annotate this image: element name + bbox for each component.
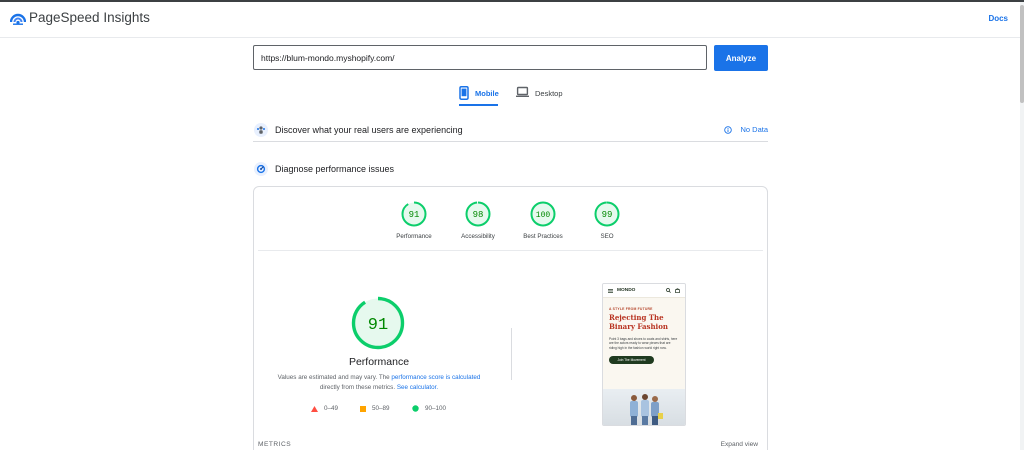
tab-mobile[interactable]: Mobile	[459, 86, 499, 106]
performance-title: Performance	[348, 356, 410, 368]
users-icon	[254, 122, 268, 137]
legend-average: 50–89	[360, 405, 390, 412]
score-ring-best-practices: 100	[530, 201, 556, 227]
app-title[interactable]: PageSpeed Insights	[29, 10, 150, 25]
performance-main-gauge: 91	[351, 296, 405, 350]
note-text-1: Values are estimated and may vary. The	[277, 374, 392, 381]
note-text-2: directly from these metrics.	[319, 384, 397, 391]
expand-view-link[interactable]: Expand view	[721, 441, 758, 448]
no-data-label: No Data	[740, 125, 768, 134]
search-icon	[666, 288, 671, 293]
diagnose-section: Diagnose performance issues	[253, 160, 768, 178]
circle-icon	[412, 405, 419, 412]
hamburger-icon	[608, 288, 613, 293]
mobile-icon	[459, 86, 469, 100]
screenshot-headline: Rejecting The Binary Fashion	[609, 313, 668, 331]
legend-fail: 0–49	[311, 405, 338, 412]
no-data-indicator[interactable]: No Data	[724, 125, 768, 134]
performance-note: Values are estimated and may vary. The p…	[268, 373, 490, 393]
score-gauge-accessibility[interactable]: 98 Accessibility	[448, 201, 508, 240]
screenshot-cta: Join The Movement	[609, 356, 654, 365]
score-ring-seo: 99	[594, 201, 620, 227]
discover-title: Discover what your real users are experi…	[275, 124, 463, 135]
score-label-seo: SEO	[600, 233, 614, 240]
diagnose-title: Diagnose performance issues	[275, 164, 395, 174]
diagnose-icon	[254, 162, 268, 176]
score-label-best-practices: Best Practices	[523, 233, 563, 240]
results-card: 91 Performance 98 Accessibility 100 Best…	[253, 186, 768, 450]
tab-desktop-label: Desktop	[535, 89, 563, 98]
active-tab-indicator	[459, 104, 498, 106]
docs-link[interactable]: Docs	[988, 14, 1008, 23]
screenshot-hero-image	[603, 389, 685, 425]
screenshot-brand: MONDO	[617, 288, 636, 293]
triangle-icon	[311, 405, 318, 412]
performance-main-score: 91	[368, 316, 388, 335]
screenshot-kicker: A STYLE FROM FUTURE	[609, 307, 653, 311]
url-input[interactable]	[253, 45, 707, 70]
score-label-performance: Performance	[396, 233, 432, 240]
score-gauge-performance[interactable]: 91 Performance	[384, 201, 444, 240]
score-gauge-seo[interactable]: 99 SEO	[577, 201, 637, 240]
hero-people-image	[630, 394, 663, 425]
score-ring-accessibility: 98	[465, 201, 491, 227]
square-icon	[360, 405, 366, 412]
tab-mobile-label: Mobile	[475, 89, 499, 98]
score-calculation-link[interactable]: performance score is calculated	[391, 374, 480, 381]
score-value-seo: 99	[602, 210, 613, 220]
metrics-heading: METRICS	[258, 441, 292, 448]
bag-icon	[675, 288, 680, 293]
screenshot-nav: MONDO	[603, 284, 685, 298]
page-screenshot-thumbnail: MONDO A STYLE FROM FUTURE Rejecting The …	[602, 283, 686, 426]
score-value-accessibility: 98	[473, 210, 484, 220]
page-scrollbar[interactable]	[1020, 2, 1024, 450]
card-divider	[258, 250, 763, 251]
score-label-accessibility: Accessibility	[461, 233, 495, 240]
info-icon	[724, 125, 733, 134]
laptop-icon	[516, 86, 529, 97]
app-header: PageSpeed Insights Docs	[0, 2, 1024, 38]
score-ring-performance: 91	[401, 201, 427, 227]
tab-desktop[interactable]: Desktop	[516, 86, 563, 106]
section-divider-vertical	[511, 328, 512, 380]
screenshot-body: Point 3 bags and shoes to coats and shir…	[609, 337, 678, 350]
score-gauge-best-practices[interactable]: 100 Best Practices	[513, 201, 573, 240]
scrollbar-thumb[interactable]	[1020, 5, 1024, 103]
legend-average-label: 50–89	[372, 405, 390, 412]
analyze-button[interactable]: Analyze	[714, 45, 768, 71]
legend-fail-label: 0–49	[324, 405, 339, 412]
see-calculator-link[interactable]: See calculator.	[397, 384, 438, 391]
legend-pass-label: 90–100	[425, 405, 447, 412]
pagespeed-logo-icon	[10, 13, 26, 25]
legend-pass: 90–100	[412, 405, 446, 412]
discover-section: Discover what your real users are experi…	[253, 118, 768, 142]
score-value-performance: 91	[409, 210, 420, 220]
score-value-best-practices: 100	[536, 211, 551, 220]
